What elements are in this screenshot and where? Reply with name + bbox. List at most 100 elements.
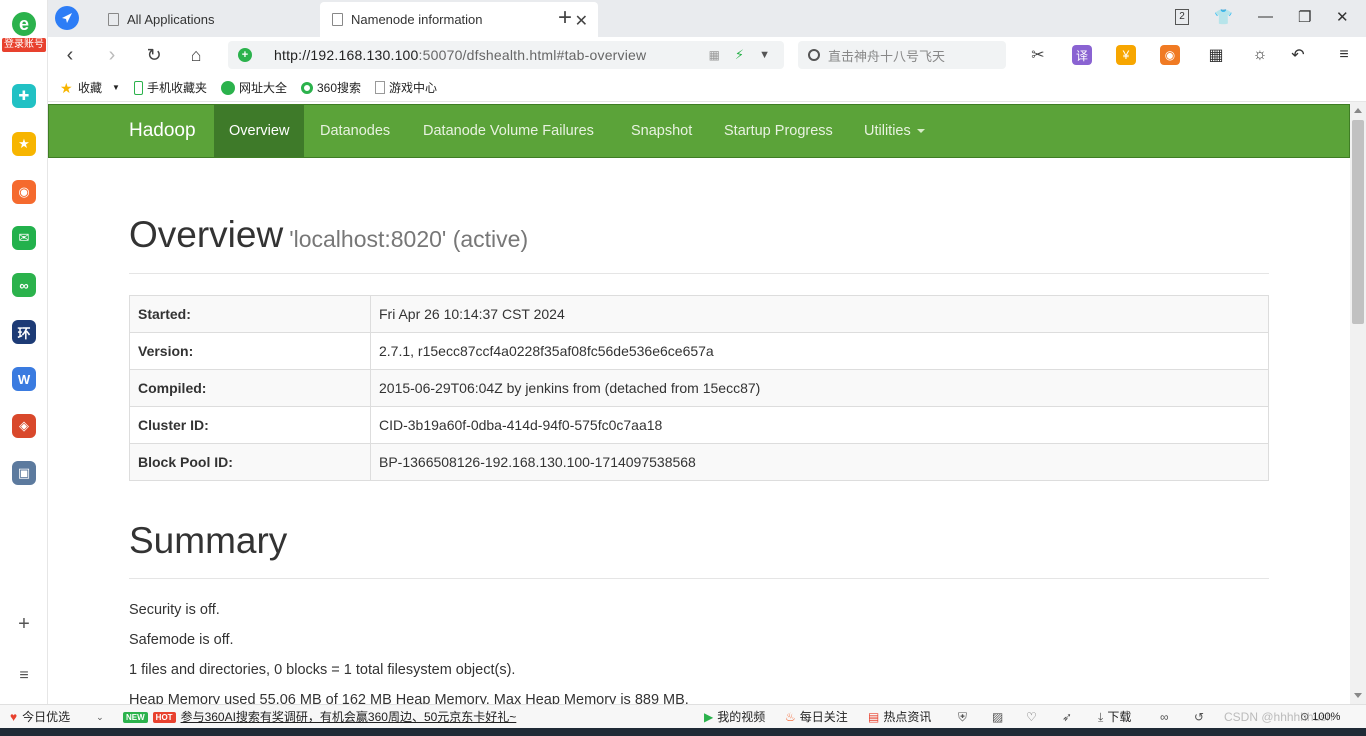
close-window-button[interactable]: ✕ bbox=[1336, 8, 1349, 26]
search-input[interactable]: 直击神舟十八号飞天 bbox=[828, 46, 945, 65]
browser-logo[interactable]: e 登录账号 bbox=[2, 12, 46, 58]
nav-utilities[interactable]: Utilities bbox=[849, 105, 940, 157]
row-value: Fri Apr 26 10:14:37 CST 2024 bbox=[370, 295, 1269, 333]
url-bar[interactable]: + http://192.168.130.100:50070/dfshealth… bbox=[228, 41, 784, 69]
new-tab-button[interactable]: + bbox=[558, 4, 572, 32]
nav-startup-progress[interactable]: Startup Progress bbox=[709, 105, 848, 157]
my-video[interactable]: ▶ 我的视频 bbox=[704, 705, 765, 729]
hadoop-brand[interactable]: Hadoop bbox=[129, 105, 196, 157]
scissors-icon[interactable]: ✂ bbox=[1028, 45, 1048, 65]
scroll-up-arrow-icon[interactable] bbox=[1354, 108, 1362, 113]
bookmark-mobile[interactable]: 手机收藏夹 bbox=[133, 79, 207, 96]
plus-cross-icon[interactable]: ✚ bbox=[12, 84, 36, 108]
gamepad-icon[interactable]: ◉ bbox=[1160, 45, 1180, 65]
bookmark-site-directory[interactable]: 网址大全 bbox=[220, 79, 287, 96]
download[interactable]: ⤓ 下载 bbox=[1098, 705, 1131, 729]
overview-heading: Overview'localhost:8020' (active) bbox=[129, 214, 529, 255]
hot-news[interactable]: ▤ 热点资讯 bbox=[868, 705, 931, 729]
zoom-icon: ⊙ bbox=[1300, 711, 1310, 723]
nav-overview[interactable]: Overview bbox=[214, 105, 305, 157]
home-button[interactable]: ⌂ bbox=[184, 43, 208, 67]
apps-grid-icon[interactable]: ▦ bbox=[1206, 45, 1226, 65]
link-icon[interactable]: ∞ bbox=[12, 273, 36, 297]
video-icon: ▶ bbox=[704, 710, 714, 724]
chevron-down-icon[interactable]: ⌄ bbox=[96, 705, 104, 729]
skin-icon[interactable]: 👕 bbox=[1214, 8, 1233, 26]
search-box[interactable]: 直击神舟十八号飞天 bbox=[798, 41, 1006, 69]
scroll-down-arrow-icon[interactable] bbox=[1354, 693, 1362, 698]
page-scrollbar[interactable] bbox=[1350, 102, 1366, 704]
doc-icon[interactable]: W bbox=[12, 367, 36, 391]
bookmark-360-search[interactable]: 360搜索 bbox=[300, 79, 361, 96]
navigation-compass-icon[interactable] bbox=[55, 6, 79, 30]
forward-button[interactable]: › bbox=[100, 43, 124, 67]
image-icon[interactable]: ▨ bbox=[992, 705, 1003, 729]
qr-code-icon[interactable]: ▦ bbox=[709, 48, 720, 62]
row-value: BP-1366508126-192.168.130.100-1714097538… bbox=[370, 443, 1269, 481]
glasses-icon[interactable]: ∞ bbox=[1160, 705, 1169, 729]
page-viewport: Hadoop Overview Datanodes Datanode Volum… bbox=[48, 102, 1350, 704]
bookmark-game-center[interactable]: 游戏中心 bbox=[375, 79, 437, 96]
rocket-icon[interactable]: ➶ bbox=[1062, 705, 1072, 729]
summary-filesystem-objects: 1 files and directories, 0 blocks = 1 to… bbox=[129, 662, 516, 678]
chevron-down-icon[interactable]: ▼ bbox=[759, 49, 770, 61]
tab-namenode-information[interactable]: Namenode information ✕ bbox=[320, 2, 598, 37]
daily-follow[interactable]: ♨ 每日关注 bbox=[785, 705, 848, 729]
flame-icon: ♨ bbox=[785, 710, 796, 724]
table-row: Compiled: 2015-06-29T06:04Z by jenkins fr… bbox=[129, 369, 1269, 407]
page-icon bbox=[332, 13, 343, 26]
mail-icon[interactable]: ✉ bbox=[12, 226, 36, 250]
divider bbox=[129, 273, 1269, 274]
minimize-button[interactable]: — bbox=[1258, 8, 1273, 25]
back-button[interactable]: ‹ bbox=[58, 43, 82, 67]
nav-snapshot[interactable]: Snapshot bbox=[616, 105, 707, 157]
brightness-icon[interactable]: ☼ bbox=[1250, 45, 1270, 65]
search-360-icon bbox=[300, 81, 313, 94]
nav-datanode-volume-failures[interactable]: Datanode Volume Failures bbox=[408, 105, 609, 157]
zoom-level[interactable]: ⊙ 100% bbox=[1300, 705, 1340, 729]
weibo-icon[interactable]: ◉ bbox=[12, 180, 36, 204]
page-icon bbox=[108, 13, 119, 26]
add-app-icon[interactable]: + bbox=[14, 614, 34, 634]
caret-down-icon bbox=[916, 129, 925, 134]
row-value: 2015-06-29T06:04Z by jenkins from (detac… bbox=[370, 369, 1269, 407]
table-row: Block Pool ID: BP-1366508126-192.168.130.… bbox=[129, 443, 1269, 481]
site-directory-icon bbox=[220, 80, 235, 95]
game2-icon[interactable]: ▣ bbox=[12, 461, 36, 485]
row-key: Version: bbox=[129, 332, 371, 370]
security-shield-icon[interactable]: + bbox=[238, 48, 252, 62]
chevron-down-icon[interactable]: ▼ bbox=[112, 83, 120, 92]
url-text[interactable]: http://192.168.130.100:50070/dfshealth.h… bbox=[274, 47, 646, 63]
restore-button[interactable]: ❐ bbox=[1298, 8, 1311, 26]
close-tab-icon[interactable]: ✕ bbox=[575, 11, 588, 31]
bookmark-favorites[interactable]: ★ 收藏 ▼ bbox=[60, 79, 120, 96]
coupon-icon[interactable]: ¥ bbox=[1116, 45, 1136, 65]
news-icon[interactable]: 环 bbox=[12, 320, 36, 344]
tab-count-badge[interactable]: 2 bbox=[1175, 9, 1189, 25]
reload-button[interactable]: ↻ bbox=[142, 43, 166, 67]
summary-heading: Summary bbox=[129, 520, 288, 561]
status-bar: ♥ 今日优选 ⌄ NEW HOT 参与360AI搜索有奖调研，有机会赢360周边… bbox=[0, 704, 1366, 728]
doc-icon bbox=[375, 81, 385, 94]
game-icon[interactable]: ◈ bbox=[12, 414, 36, 438]
nav-datanodes[interactable]: Datanodes bbox=[305, 105, 405, 157]
today-picks[interactable]: ♥ 今日优选 ⌄ bbox=[10, 705, 104, 729]
row-key: Block Pool ID: bbox=[129, 443, 371, 481]
summary-safemode: Safemode is off. bbox=[129, 632, 234, 648]
shield-icon[interactable]: ⛨ bbox=[958, 705, 967, 729]
scroll-thumb[interactable] bbox=[1352, 120, 1364, 324]
divider bbox=[129, 578, 1269, 579]
speed-mode-icon[interactable]: ⚡ bbox=[735, 47, 744, 63]
translate-icon[interactable]: 译 bbox=[1072, 45, 1092, 65]
star-icon[interactable]: ★ bbox=[12, 132, 36, 156]
bookmarks-bar: ★ 收藏 ▼ 手机收藏夹 网址大全 360搜索 游戏中心 bbox=[48, 74, 1366, 102]
sidebar-menu-icon[interactable]: ≡ bbox=[14, 666, 34, 686]
login-account-label[interactable]: 登录账号 bbox=[2, 38, 46, 52]
news-ticker[interactable]: NEW HOT 参与360AI搜索有奖调研，有机会赢360周边、50元京东卡好礼… bbox=[123, 705, 516, 729]
undo-icon[interactable]: ↶ bbox=[1288, 45, 1308, 65]
main-menu-icon[interactable]: ≡ bbox=[1334, 45, 1354, 65]
left-sidebar: e 登录账号 ✚ ★ ◉ ✉ ∞ 环 W ◈ ▣ + ≡ bbox=[0, 0, 48, 704]
health-icon[interactable]: ♡ bbox=[1026, 705, 1037, 729]
refresh-icon[interactable]: ↺ bbox=[1194, 705, 1204, 729]
summary-heap-memory: Heap Memory used 55.06 MB of 162 MB Heap… bbox=[129, 692, 689, 704]
